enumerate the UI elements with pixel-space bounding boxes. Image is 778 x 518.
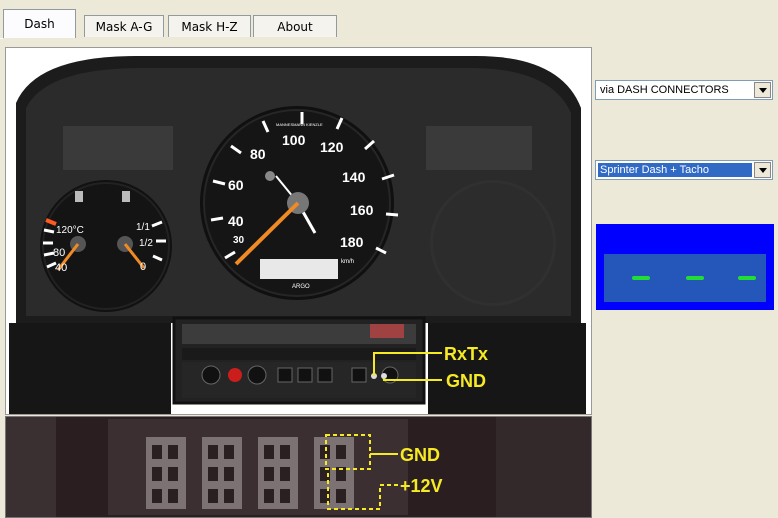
speed-tick-30: 30 — [233, 235, 245, 246]
temp-tick-40: 40 — [55, 262, 67, 274]
speed-tick-100: 100 — [282, 132, 306, 148]
speed-tick-120: 120 — [320, 139, 344, 155]
tab-bar: Dash Mask A-G Mask H-Z About — [0, 0, 778, 39]
speed-tick-160: 160 — [350, 202, 374, 218]
chevron-down-icon[interactable] — [754, 82, 771, 98]
speed-tick-140: 140 — [342, 169, 366, 185]
status-led-1 — [632, 276, 650, 280]
fuel-tick-half: 1/2 — [139, 238, 153, 249]
connector-photo: GND +12V — [5, 416, 592, 518]
dash-model-dropdown[interactable]: Sprinter Dash + Tacho — [595, 160, 773, 180]
tab-about[interactable]: About — [253, 15, 337, 37]
fuel-tick-empty: 0 — [140, 261, 146, 273]
speed-tick-60: 60 — [228, 177, 244, 193]
dash-model-value: Sprinter Dash + Tacho — [598, 163, 752, 177]
temp-tick-80: 80 — [53, 247, 65, 259]
rxtx-label: RxTx — [444, 344, 488, 364]
chevron-down-icon[interactable] — [754, 162, 771, 178]
speed-unit: km/h — [341, 259, 354, 265]
status-led-strip — [604, 254, 766, 302]
maker-mark: ARGO — [292, 284, 310, 290]
connection-status-panel — [596, 224, 774, 310]
connection-source-dropdown[interactable]: via DASH CONNECTORS — [595, 80, 773, 100]
tab-mask-a-g[interactable]: Mask A-G — [84, 15, 164, 37]
gnd-top-label: GND — [446, 371, 486, 391]
temp-label: 120°C — [56, 225, 84, 236]
dash-cluster-illustration: 120°C 80 40 1/1 1/2 0 30 40 60 80 100 12… — [9, 56, 586, 414]
status-led-2 — [686, 276, 704, 280]
speedo-brand: MANNESMANN KIENZLE — [276, 122, 323, 127]
speed-tick-180: 180 — [340, 234, 364, 250]
connector-gnd-label: GND — [400, 445, 440, 465]
status-led-3 — [738, 276, 756, 280]
connector-illustration: GND +12V — [6, 417, 591, 517]
connection-source-value: via DASH CONNECTORS — [600, 84, 729, 96]
speed-tick-40: 40 — [228, 213, 244, 229]
tab-mask-h-z[interactable]: Mask H-Z — [168, 15, 251, 37]
speed-tick-80: 80 — [250, 146, 266, 162]
fuel-tick-full: 1/1 — [136, 222, 150, 233]
connector-12v-label: +12V — [400, 476, 443, 496]
tab-dash[interactable]: Dash — [3, 9, 76, 38]
dash-cluster-photo: 120°C 80 40 1/1 1/2 0 30 40 60 80 100 12… — [5, 47, 592, 415]
